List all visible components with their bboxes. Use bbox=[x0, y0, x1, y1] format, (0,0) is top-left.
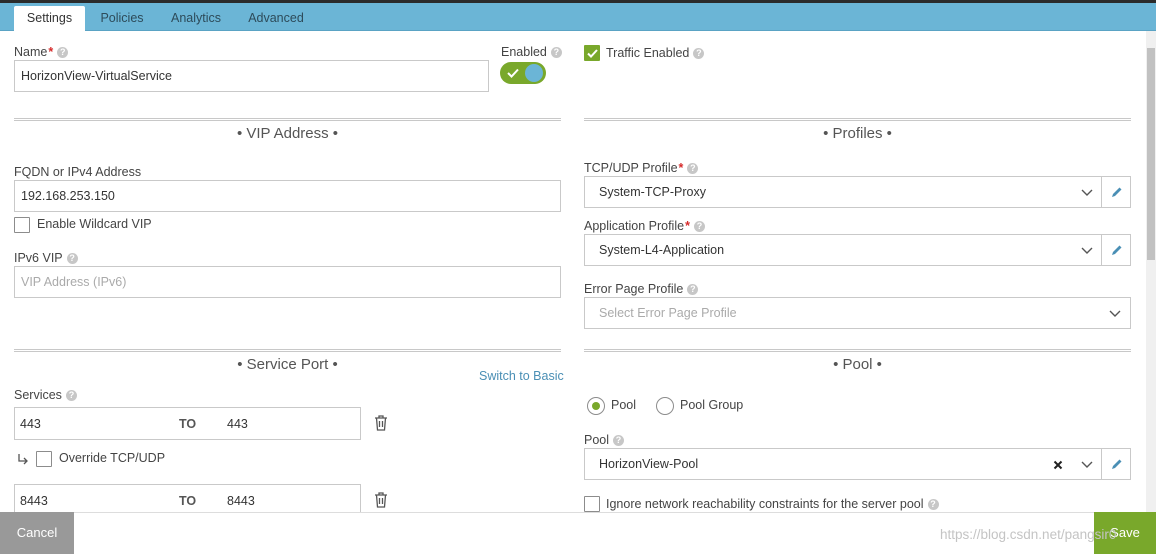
help-icon: ? bbox=[66, 253, 78, 264]
help-icon: ? bbox=[693, 48, 705, 59]
check-icon bbox=[587, 49, 598, 58]
to-label: TO bbox=[179, 417, 197, 431]
pool-group-radio[interactable] bbox=[656, 397, 674, 415]
watermark-text: https://blog.csdn.net/pangsir0 bbox=[940, 527, 1117, 542]
name-input[interactable]: HorizonView-VirtualService bbox=[14, 60, 489, 92]
service-port-divider bbox=[14, 349, 561, 352]
services-label: Services? bbox=[14, 388, 77, 402]
traffic-enabled-checkbox[interactable] bbox=[584, 45, 600, 61]
trash-icon[interactable] bbox=[374, 492, 388, 508]
pencil-icon bbox=[1112, 459, 1122, 469]
return-arrow-icon bbox=[18, 454, 28, 465]
profiles-section-divider bbox=[584, 118, 1131, 121]
traffic-enabled-label: Traffic Enabled? bbox=[606, 46, 705, 60]
clear-icon[interactable] bbox=[1053, 460, 1063, 470]
chevron-down-icon bbox=[1081, 461, 1093, 468]
service-port-row: 443 TO 443 bbox=[14, 407, 361, 440]
pool-label: Pool? bbox=[584, 433, 625, 447]
fqdn-input[interactable]: 192.168.253.150 bbox=[14, 180, 561, 212]
pool-group-radio-label: Pool Group bbox=[680, 398, 744, 412]
chevron-down-icon bbox=[1081, 247, 1093, 254]
help-icon: ? bbox=[687, 163, 699, 174]
help-icon: ? bbox=[613, 435, 625, 446]
help-icon: ? bbox=[687, 284, 699, 295]
pool-select[interactable]: HorizonView-Pool bbox=[584, 448, 1102, 480]
scrollbar-thumb[interactable] bbox=[1147, 48, 1155, 260]
name-label: Name*? bbox=[14, 45, 69, 59]
ignore-reachability-label: Ignore network reachability constraints … bbox=[606, 497, 939, 511]
help-icon: ? bbox=[550, 47, 562, 58]
ipv6-label: IPv6 VIP? bbox=[14, 251, 78, 265]
tab-analytics[interactable]: Analytics bbox=[160, 6, 232, 31]
pool-radio[interactable] bbox=[587, 397, 605, 415]
wildcard-vip-label: Enable Wildcard VIP bbox=[37, 217, 152, 231]
enabled-toggle[interactable] bbox=[500, 62, 546, 84]
pool-section-divider bbox=[584, 349, 1131, 352]
help-icon: ? bbox=[927, 499, 939, 510]
help-icon: ? bbox=[65, 390, 77, 401]
vip-section-divider bbox=[14, 118, 561, 121]
profiles-section-title: • Profiles • bbox=[823, 125, 892, 142]
pool-radio-label: Pool bbox=[611, 398, 637, 412]
pencil-icon bbox=[1112, 245, 1122, 255]
ipv6-input[interactable]: VIP Address (IPv6) bbox=[14, 266, 561, 298]
wildcard-vip-checkbox[interactable] bbox=[14, 217, 30, 233]
ignore-reachability-checkbox[interactable] bbox=[584, 496, 600, 512]
port-to-input[interactable]: 443 bbox=[227, 409, 248, 439]
help-icon: ? bbox=[57, 47, 69, 58]
pool-edit-button[interactable] bbox=[1101, 448, 1131, 480]
trash-icon[interactable] bbox=[374, 415, 388, 431]
app-profile-label: Application Profile*? bbox=[584, 219, 705, 233]
vip-section-title: • VIP Address • bbox=[236, 125, 339, 142]
app-profile-edit-button[interactable] bbox=[1101, 234, 1131, 266]
tab-advanced[interactable]: Advanced bbox=[240, 6, 312, 31]
pool-value: HorizonView-Pool bbox=[599, 457, 699, 471]
toggle-knob bbox=[525, 64, 543, 82]
error-page-label: Error Page Profile? bbox=[584, 282, 699, 296]
tcp-profile-value: System-TCP-Proxy bbox=[599, 185, 706, 199]
switch-to-basic-link[interactable]: Switch to Basic bbox=[479, 369, 564, 383]
error-page-select[interactable]: Select Error Page Profile bbox=[584, 297, 1131, 329]
chevron-down-icon bbox=[1109, 310, 1121, 317]
override-tcp-udp-checkbox[interactable] bbox=[36, 451, 52, 467]
cancel-button[interactable]: Cancel bbox=[0, 512, 74, 554]
tcp-profile-edit-button[interactable] bbox=[1101, 176, 1131, 208]
tcp-profile-label: TCP/UDP Profile*? bbox=[584, 161, 699, 175]
override-tcp-udp-label: Override TCP/UDP bbox=[59, 451, 166, 465]
app-profile-select[interactable]: System-L4-Application bbox=[584, 234, 1102, 266]
chevron-down-icon bbox=[1081, 189, 1093, 196]
pool-section-title: • Pool • bbox=[833, 356, 882, 373]
check-icon bbox=[507, 68, 519, 78]
tab-settings[interactable]: Settings bbox=[14, 6, 85, 31]
app-profile-value: System-L4-Application bbox=[599, 243, 725, 257]
port-from-input[interactable]: 443 bbox=[20, 409, 41, 439]
fqdn-label: FQDN or IPv4 Address bbox=[14, 165, 142, 179]
tab-policies[interactable]: Policies bbox=[93, 6, 151, 31]
enabled-label: Enabled? bbox=[501, 45, 562, 59]
tcp-profile-select[interactable]: System-TCP-Proxy bbox=[584, 176, 1102, 208]
tab-bar: Settings Policies Analytics Advanced bbox=[0, 3, 1156, 31]
help-icon: ? bbox=[693, 221, 705, 232]
error-page-placeholder: Select Error Page Profile bbox=[599, 306, 737, 320]
pencil-icon bbox=[1112, 187, 1122, 197]
